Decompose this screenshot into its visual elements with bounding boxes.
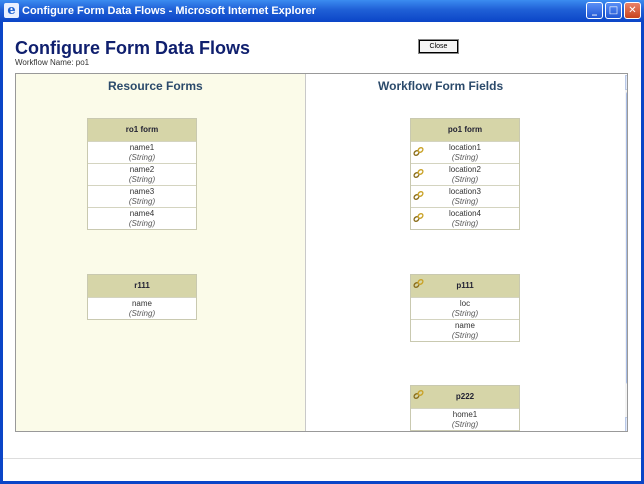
maximize-button[interactable]: □ [605,2,622,19]
close-button[interactable]: Close [418,39,459,54]
field-type: (String) [451,175,479,184]
field-type: (String) [451,197,479,206]
resource-form-r111: r111 name (String) [87,274,197,320]
field-name: loc [459,299,471,308]
field-type: (String) [451,420,479,429]
vertical-scrollbar[interactable]: ▲ ▼ [625,75,627,431]
field-name: location1 [448,143,482,152]
link-icon[interactable] [413,146,424,157]
field-name: name [131,299,152,308]
workflow-form-p111: p111 loc (String) name (String) [410,274,520,342]
form-field[interactable]: name (String) [411,319,519,341]
workflow-form-fields-heading: Workflow Form Fields [378,79,504,93]
form-header: ro1 form [88,119,196,141]
form-field[interactable]: name4 (String) [88,207,196,229]
field-type: (String) [451,153,479,162]
form-field[interactable]: home1 (String) [411,408,519,430]
data-flow-panel: Resource Forms ro1 form name1 (String) n… [15,73,628,432]
close-window-button[interactable]: ✕ [624,2,641,19]
form-field[interactable]: loc (String) [411,297,519,319]
field-type: (String) [128,175,156,184]
field-name: home1 [452,410,478,419]
link-icon[interactable] [413,389,424,400]
field-type: (String) [128,153,156,162]
form-field[interactable]: location2 (String) [411,163,519,185]
link-icon[interactable] [413,212,424,223]
scrollbar-thumb[interactable] [626,92,627,384]
field-name: name2 [129,165,155,174]
field-name: name3 [129,187,155,196]
field-name: location2 [448,165,482,174]
field-name: location3 [448,187,482,196]
resource-forms-pane: Resource Forms ro1 form name1 (String) n… [16,74,306,431]
form-header: r111 [88,275,196,297]
workflow-form-p222: p222 home1 (String) [410,385,520,431]
field-name: name4 [129,209,155,218]
field-type: (String) [451,309,479,318]
form-field[interactable]: name3 (String) [88,185,196,207]
page-title: Configure Form Data Flows [15,38,251,58]
form-field[interactable]: name1 (String) [88,141,196,163]
scroll-down-button[interactable]: ▼ [625,417,627,431]
link-icon[interactable] [413,168,424,179]
form-header: po1 form [411,119,519,141]
form-field[interactable]: location3 (String) [411,185,519,207]
field-name: location4 [448,209,482,218]
form-field[interactable]: name (String) [88,297,196,319]
status-divider [3,458,641,459]
form-field[interactable]: location1 (String) [411,141,519,163]
field-type: (String) [451,219,479,228]
field-type: (String) [128,219,156,228]
scroll-up-button[interactable]: ▲ [625,75,627,90]
window-titlebar: e Configure Form Data Flows - Microsoft … [0,0,644,22]
workflow-name-label: Workflow Name: po1 [15,58,90,67]
field-name: name [454,321,475,330]
form-header-title: p111 [456,281,474,290]
ie-icon: e [4,3,19,18]
form-header-title: p222 [455,392,475,401]
resource-form-ro1: ro1 form name1 (String) name2 (String) n… [87,118,197,230]
window-title: Configure Form Data Flows - Microsoft In… [22,5,316,17]
field-type: (String) [128,197,156,206]
form-header: p111 [411,275,519,297]
form-field[interactable]: name2 (String) [88,163,196,185]
field-name: name1 [129,143,155,152]
link-icon[interactable] [413,278,424,289]
form-field[interactable]: location4 (String) [411,207,519,229]
minimize-button[interactable]: _ [586,2,603,19]
field-type: (String) [128,309,156,318]
form-header: p222 [411,386,519,408]
link-icon[interactable] [413,190,424,201]
workflow-form-po1: po1 form location1 (String) location2 (S… [410,118,520,230]
field-type: (String) [451,331,479,340]
resource-forms-heading: Resource Forms [108,79,203,93]
